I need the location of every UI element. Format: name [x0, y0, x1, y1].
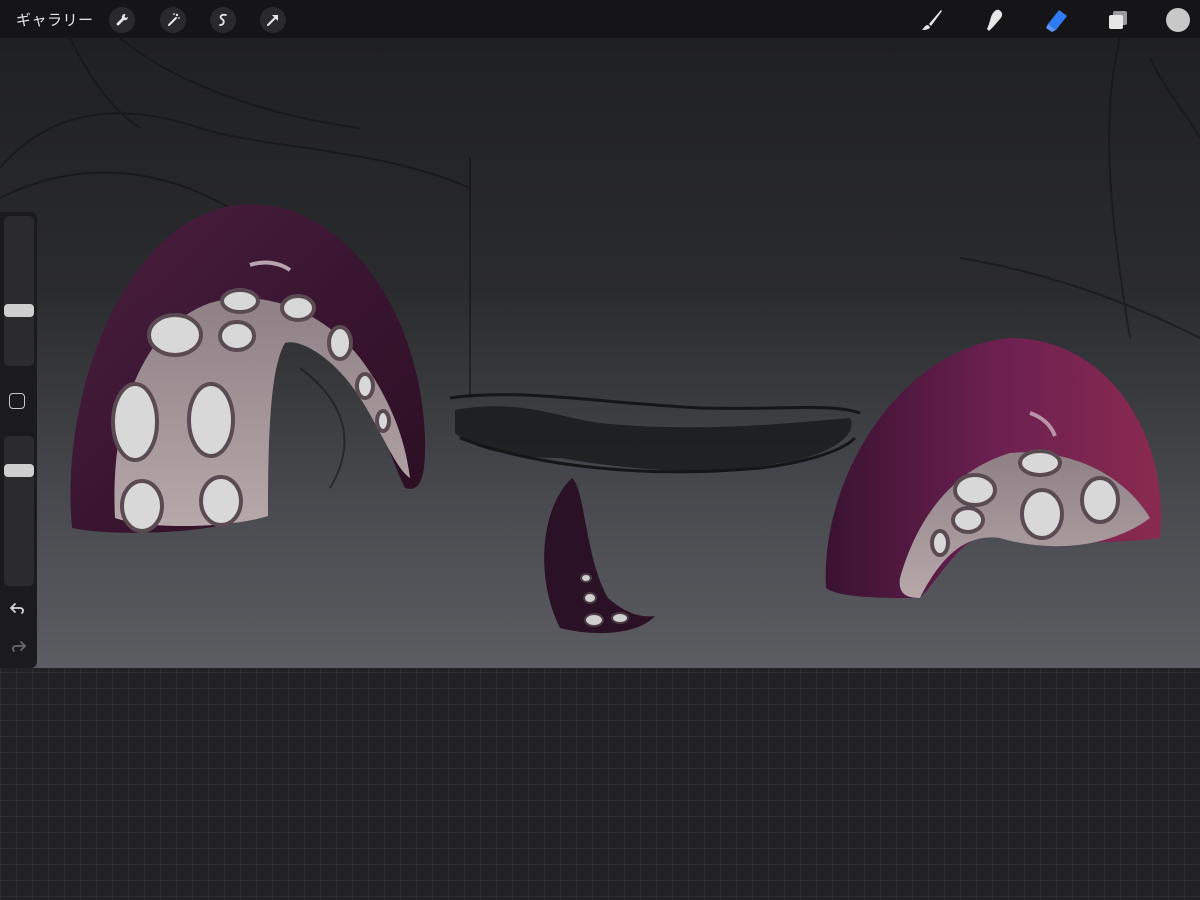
- top-toolbar: ギャラリー: [0, 0, 1200, 38]
- undo-button[interactable]: [9, 600, 27, 618]
- adjustments-button[interactable]: [160, 7, 186, 33]
- artwork: [0, 38, 1200, 634]
- brush-icon: [922, 10, 942, 30]
- smudge-button[interactable]: [980, 6, 1008, 34]
- smudge-finger-icon: [987, 9, 1003, 31]
- opacity-thumb[interactable]: [4, 464, 34, 477]
- color-swatch[interactable]: [1166, 8, 1190, 32]
- left-sidebar: [0, 212, 37, 668]
- layers-icon: [1109, 11, 1127, 29]
- transform-button[interactable]: [260, 7, 286, 33]
- redo-button[interactable]: [9, 638, 27, 656]
- wrench-icon: [116, 13, 129, 26]
- modify-button[interactable]: [9, 393, 25, 409]
- redo-icon: [12, 641, 26, 652]
- selection-s-icon: [219, 13, 227, 26]
- sketch-shadow: [449, 393, 861, 474]
- undo-icon: [10, 603, 24, 614]
- left-tentacle: [70, 204, 426, 533]
- brush-size-thumb[interactable]: [4, 304, 34, 317]
- right-tentacle: [825, 338, 1162, 598]
- drawing-canvas[interactable]: [0, 38, 1200, 668]
- arrow-cursor-icon: [267, 15, 278, 26]
- layers-button[interactable]: [1104, 6, 1132, 34]
- middle-tentacle: [544, 478, 655, 634]
- opacity-slider[interactable]: [4, 436, 34, 586]
- brush-size-slider[interactable]: [4, 216, 34, 366]
- eraser-button[interactable]: [1042, 6, 1070, 34]
- selection-button[interactable]: [210, 7, 236, 33]
- magic-wand-icon: [168, 13, 180, 26]
- brush-button[interactable]: [918, 6, 946, 34]
- gallery-button[interactable]: ギャラリー: [16, 9, 94, 30]
- eraser-icon: [1046, 10, 1067, 32]
- actions-button[interactable]: [109, 7, 135, 33]
